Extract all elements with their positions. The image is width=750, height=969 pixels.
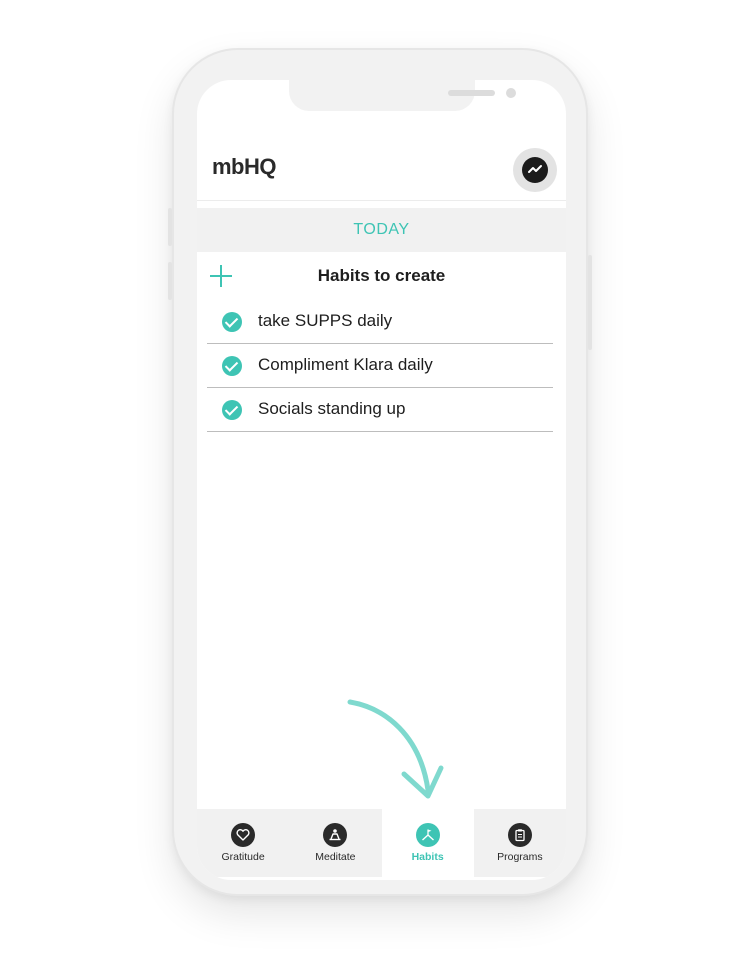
page: mbHQ TODAY Habits to create take SUPPS d… — [0, 0, 750, 969]
annotation-arrow — [347, 699, 444, 799]
